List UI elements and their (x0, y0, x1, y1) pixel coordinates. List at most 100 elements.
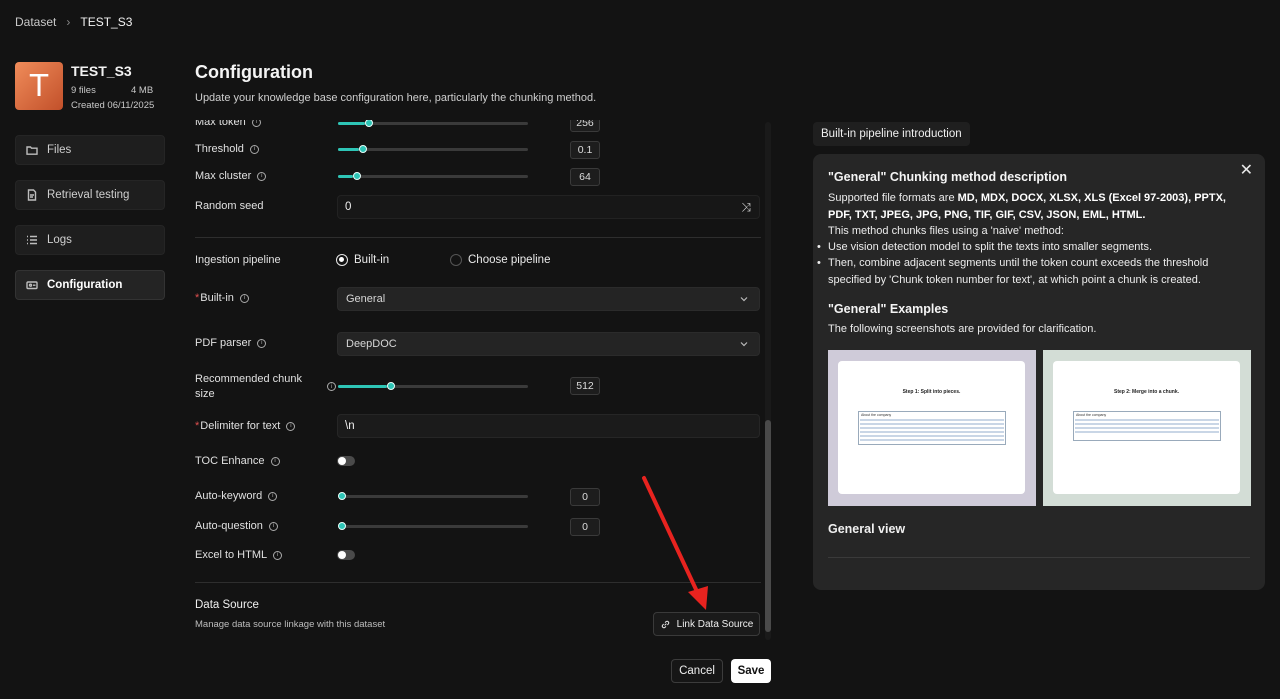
radio-built-in[interactable]: Built-in (336, 254, 389, 266)
radio-checked-icon (336, 254, 348, 266)
dataset-file-count: 9 files (71, 85, 96, 96)
page-title: Configuration (195, 62, 313, 82)
excel-to-html-toggle[interactable] (337, 550, 355, 560)
auto-question-input[interactable]: 0 (570, 518, 600, 536)
section-divider (828, 557, 1250, 558)
sidebar-item-logs[interactable]: Logs (15, 225, 165, 255)
data-source-description: Manage data source linkage with this dat… (195, 619, 386, 630)
dataset-size: 4 MB (131, 85, 154, 96)
max-cluster-slider[interactable] (338, 172, 528, 180)
chevron-down-icon (740, 342, 748, 347)
info-icon: i (273, 550, 283, 560)
example-screenshot-2: Step 2: Merge into a chunk. About the co… (1043, 350, 1251, 506)
section-divider (195, 582, 761, 583)
sidebar-item-label: Retrieval testing (47, 189, 130, 201)
section-divider (195, 237, 761, 238)
sidebar-item-label: Logs (47, 234, 72, 246)
random-seed-input[interactable]: 0 ⤨ (337, 195, 760, 219)
auto-keyword-label: Auto-keyword i (195, 490, 278, 502)
chunking-description-card: ✕ "General" Chunking method description … (813, 154, 1265, 590)
sidebar-item-label: Files (47, 144, 72, 156)
method-description: This method chunks files using a 'naive'… (828, 225, 1064, 237)
max-token-input[interactable]: 256 (570, 120, 600, 132)
random-seed-label: Random seed (195, 200, 264, 212)
list-item: Then, combine adjacent segments until th… (817, 255, 1248, 288)
examples-text: The following screenshots are provided f… (828, 323, 1097, 335)
sidebar-item-retrieval-testing[interactable]: Retrieval testing (15, 180, 165, 210)
pdf-parser-select[interactable]: DeepDOC (337, 332, 760, 356)
link-data-source-button[interactable]: Link Data Source (653, 612, 760, 636)
chunk-size-label: Recommended chunk size (195, 373, 303, 400)
description-heading: "General" Chunking method description (828, 170, 1067, 184)
radio-choose-pipeline[interactable]: Choose pipeline (450, 254, 550, 266)
threshold-input[interactable]: 0.1 (570, 141, 600, 159)
auto-keyword-slider[interactable] (338, 492, 528, 500)
supported-formats-text: Supported file formats are MD, MDX, DOCX… (828, 192, 1226, 221)
form-scrollbar[interactable] (765, 122, 771, 640)
auto-question-slider[interactable] (338, 522, 528, 530)
pipeline-introduction-tab[interactable]: Built-in pipeline introduction (813, 122, 970, 146)
page-subtitle: Update your knowledge base configuration… (195, 92, 597, 104)
toc-enhance-toggle[interactable] (337, 456, 355, 466)
close-icon[interactable]: ✕ (1240, 160, 1253, 179)
dataset-avatar: T (15, 62, 63, 110)
ingestion-pipeline-label: Ingestion pipeline (195, 254, 281, 266)
sidebar-item-files[interactable]: Files (15, 135, 165, 165)
delimiter-label: *Delimiter for text i (195, 420, 296, 432)
pdf-parser-label: PDF parser i (195, 337, 267, 349)
auto-keyword-input[interactable]: 0 (570, 488, 600, 506)
info-icon: i (268, 521, 278, 531)
data-source-title: Data Source (195, 599, 259, 611)
dataset-created-date: Created 06/11/2025 (71, 100, 155, 111)
screenshot-caption: Step 2: Merge into a chunk. (1113, 389, 1179, 395)
examples-heading: "General" Examples (828, 302, 949, 316)
max-token-slider[interactable] (338, 120, 528, 127)
shuffle-icon[interactable]: ⤨ (741, 200, 751, 215)
info-icon: i (257, 171, 267, 181)
info-icon: i (251, 120, 261, 127)
chevron-down-icon (740, 297, 748, 302)
list-icon (27, 235, 37, 245)
link-icon (661, 620, 669, 628)
folder-icon (26, 146, 38, 155)
breadcrumb-current: TEST_S3 (80, 15, 133, 29)
info-icon: i (286, 421, 296, 431)
built-in-select[interactable]: General (337, 287, 760, 311)
example-screenshot-1: Step 1: Split into pieces. About the com… (828, 350, 1036, 506)
toc-enhance-label: TOC Enhance i (195, 455, 280, 467)
sidebar-item-configuration[interactable]: Configuration (15, 270, 165, 300)
info-icon: i (327, 382, 336, 391)
info-icon: i (249, 144, 259, 154)
list-item: Use vision detection model to split the … (817, 239, 1248, 256)
built-in-label: *Built-in i (195, 292, 249, 304)
breadcrumb-dataset-link[interactable]: Dataset (15, 15, 56, 29)
scrollbar-thumb[interactable] (765, 420, 771, 632)
screenshot-caption: Step 1: Split into pieces. (902, 389, 961, 395)
info-icon: i (268, 491, 278, 501)
max-cluster-input[interactable]: 64 (570, 168, 600, 186)
sidebar-item-label: Configuration (47, 279, 123, 291)
auto-question-label: Auto-question i (195, 520, 278, 532)
chunk-size-input[interactable]: 512 (570, 377, 600, 395)
threshold-slider[interactable] (338, 145, 528, 153)
threshold-label: Threshold i (195, 143, 259, 155)
info-icon: i (270, 456, 280, 466)
general-view-heading: General view (828, 522, 906, 536)
file-search-icon (27, 189, 37, 201)
config-icon (26, 281, 38, 290)
chevron-right-icon: › (66, 15, 71, 29)
configuration-form: Max token i 256 Threshold i 0.1 Max cluste… (195, 120, 761, 640)
screenshot-box-title: About the company (1076, 413, 1107, 417)
breadcrumb: Dataset › TEST_S3 (15, 15, 132, 29)
delimiter-input[interactable]: \n (337, 414, 760, 438)
dataset-name: TEST_S3 (71, 63, 132, 79)
excel-to-html-label: Excel to HTML i (195, 549, 283, 561)
info-icon: i (239, 293, 249, 303)
chunk-size-slider[interactable] (338, 382, 528, 390)
radio-unchecked-icon (450, 254, 462, 266)
max-token-label: Max token i (195, 120, 261, 128)
save-button[interactable]: Save (731, 659, 771, 683)
cancel-button[interactable]: Cancel (671, 659, 723, 683)
screenshot-box-title: About the company (861, 413, 892, 417)
info-icon: i (257, 338, 267, 348)
